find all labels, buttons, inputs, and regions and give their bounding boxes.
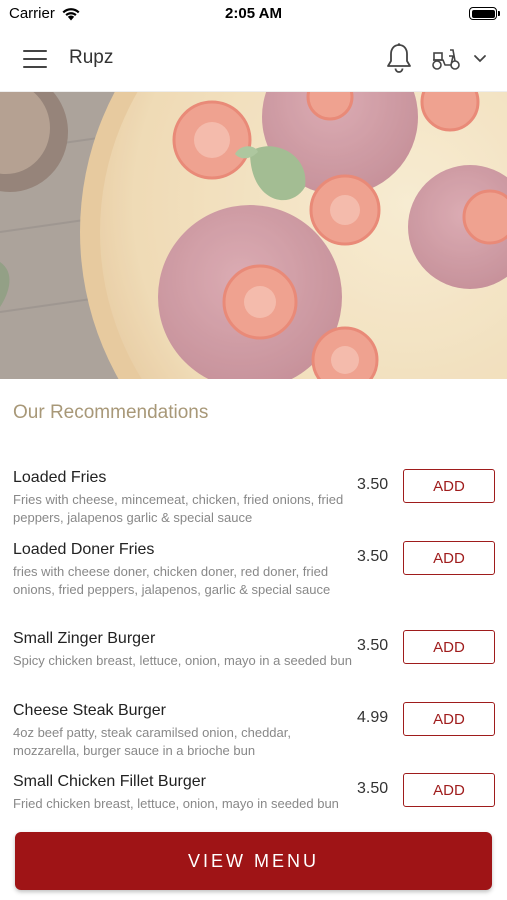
add-button[interactable]: ADD (403, 469, 495, 503)
bottom-bar: VIEW MENU (0, 822, 507, 900)
item-description: Spicy chicken breast, lettuce, onion, ma… (13, 653, 352, 668)
view-menu-button[interactable]: VIEW MENU (15, 832, 492, 890)
app-header: Rupz (0, 26, 507, 92)
hero-image (0, 92, 507, 379)
add-button[interactable]: ADD (403, 541, 495, 575)
battery-icon (469, 7, 500, 20)
item-name: Loaded Doner Fries (13, 541, 155, 558)
chevron-down-icon[interactable] (472, 53, 488, 65)
add-button[interactable]: ADD (403, 773, 495, 807)
item-price: 3.50 (357, 637, 389, 654)
status-bar: Carrier 2:05 AM (0, 0, 507, 26)
clock: 2:05 AM (225, 5, 282, 22)
item-name: Cheese Steak Burger (13, 702, 166, 719)
add-button[interactable]: ADD (403, 702, 495, 736)
item-name: Small Chicken Fillet Burger (13, 773, 206, 790)
item-name: Small Zinger Burger (13, 630, 156, 647)
item-price: 3.50 (357, 548, 389, 565)
item-description: Fried chicken breast, lettuce, onion, ma… (13, 796, 339, 811)
item-description: 4oz beef patty, steak caramilsed onion, … (13, 725, 291, 758)
item-price: 3.50 (357, 476, 389, 493)
section-title: Our Recommendations (13, 402, 209, 423)
scooter-icon[interactable] (430, 46, 462, 72)
item-price: 4.99 (357, 709, 389, 726)
bell-icon[interactable] (384, 42, 414, 74)
add-button[interactable]: ADD (403, 630, 495, 664)
item-description: Fries with cheese, mincemeat, chicken, f… (13, 492, 344, 525)
menu-icon[interactable] (23, 50, 47, 68)
recommendations-list[interactable]: Loaded Fries Fries with cheese, mincemea… (0, 460, 507, 824)
item-name: Loaded Fries (13, 469, 107, 486)
restaurant-title: Rupz (69, 47, 114, 68)
item-description: fries with cheese doner, chicken doner, … (13, 564, 331, 597)
item-price: 3.50 (357, 780, 389, 797)
